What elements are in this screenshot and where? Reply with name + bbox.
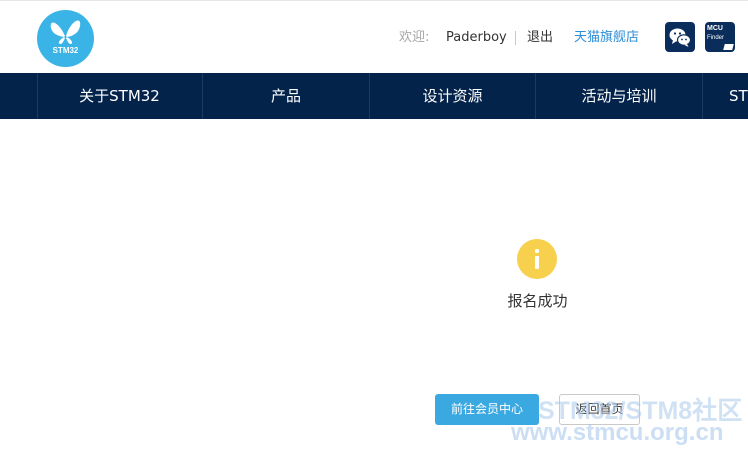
nav-divider [702, 73, 703, 119]
info-icon [517, 239, 557, 279]
mcu-finder-button[interactable]: MCU Finder [705, 22, 735, 52]
nav-item-st[interactable]: ST [729, 73, 748, 119]
header-separator [515, 31, 516, 45]
st-logo-icon [723, 44, 734, 50]
nav-item-events-training[interactable]: 活动与培训 [536, 73, 702, 119]
top-border [0, 0, 748, 1]
main-nav: 关于STM32 产品 设计资源 活动与培训 ST [0, 73, 748, 119]
status-message: 报名成功 [507, 292, 568, 310]
mcu-finder-line1: MCU [707, 25, 723, 32]
nav-item-about-stm32[interactable]: 关于STM32 [37, 73, 202, 119]
watermark-line2: www.stmcu.org.cn [511, 419, 724, 446]
butterfly-icon [50, 20, 81, 44]
mcu-finder-line2: Finder [707, 35, 725, 41]
nav-item-design-resources[interactable]: 设计资源 [370, 73, 535, 119]
stm32-logo[interactable]: STM32 [37, 10, 94, 67]
tmall-store-link[interactable]: 天猫旗舰店 [574, 28, 639, 48]
info-icon-dot [535, 249, 539, 253]
logo-text: STM32 [52, 46, 79, 55]
nav-item-products[interactable]: 产品 [203, 73, 369, 119]
username[interactable]: Paderboy [446, 28, 507, 48]
logout-link[interactable]: 退出 [527, 28, 553, 48]
wechat-icon [669, 28, 692, 47]
wechat-button[interactable] [665, 22, 695, 52]
welcome-label: 欢迎: [399, 30, 430, 45]
info-icon-bar [535, 256, 539, 269]
